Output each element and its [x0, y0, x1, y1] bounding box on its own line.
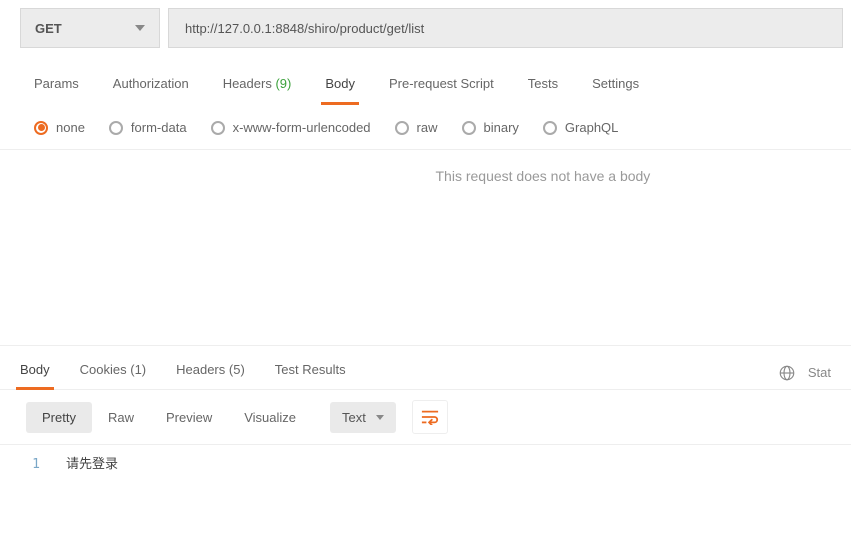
chevron-down-icon	[376, 415, 384, 420]
format-preview[interactable]: Preview	[150, 402, 228, 433]
line-content: 请先登录	[66, 453, 118, 472]
response-tab-body[interactable]: Body	[16, 356, 54, 389]
format-raw[interactable]: Raw	[92, 402, 150, 433]
response-tab-headers-label: Headers	[176, 362, 225, 377]
response-tabs: Body Cookies (1) Headers (5) Test Result…	[0, 345, 851, 389]
response-tab-cookies-label: Cookies	[80, 362, 127, 377]
radio-none[interactable]: none	[34, 120, 85, 135]
radio-label: raw	[417, 120, 438, 135]
tab-authorization[interactable]: Authorization	[109, 72, 193, 105]
format-pretty[interactable]: Pretty	[26, 402, 92, 433]
code-line: 1 请先登录	[26, 453, 831, 472]
format-type-value: Text	[342, 410, 366, 425]
tab-headers-label: Headers	[223, 76, 272, 91]
radio-icon	[462, 121, 476, 135]
format-visualize[interactable]: Visualize	[228, 402, 312, 433]
request-body-area: This request does not have a body	[0, 150, 851, 345]
radio-label: form-data	[131, 120, 187, 135]
status-label: Stat	[808, 365, 831, 380]
http-method-select[interactable]: GET	[20, 8, 160, 48]
globe-icon[interactable]	[778, 364, 796, 382]
tab-settings[interactable]: Settings	[588, 72, 643, 105]
radio-icon	[109, 121, 123, 135]
tab-params[interactable]: Params	[30, 72, 83, 105]
radio-urlencoded[interactable]: x-www-form-urlencoded	[211, 120, 371, 135]
tab-body[interactable]: Body	[321, 72, 359, 105]
request-tabs: Params Authorization Headers (9) Body Pr…	[0, 56, 851, 106]
radio-label: x-www-form-urlencoded	[233, 120, 371, 135]
radio-label: GraphQL	[565, 120, 618, 135]
radio-icon	[395, 121, 409, 135]
response-tab-headers[interactable]: Headers (5)	[172, 356, 249, 389]
radio-icon	[34, 121, 48, 135]
radio-graphql[interactable]: GraphQL	[543, 120, 618, 135]
response-body-viewer[interactable]: 1 请先登录	[0, 445, 851, 480]
wrap-lines-button[interactable]	[412, 400, 448, 434]
tab-tests[interactable]: Tests	[524, 72, 562, 105]
line-number: 1	[26, 457, 40, 472]
radio-raw[interactable]: raw	[395, 120, 438, 135]
response-format-bar: Pretty Raw Preview Visualize Text	[0, 389, 851, 445]
no-body-message: This request does not have a body	[436, 168, 651, 184]
tab-headers[interactable]: Headers (9)	[219, 72, 296, 105]
tab-headers-count: (9)	[275, 76, 291, 91]
radio-icon	[543, 121, 557, 135]
radio-icon	[211, 121, 225, 135]
radio-binary[interactable]: binary	[462, 120, 519, 135]
url-input[interactable]	[168, 8, 843, 48]
radio-formdata[interactable]: form-data	[109, 120, 187, 135]
response-tab-testresults[interactable]: Test Results	[271, 356, 350, 389]
radio-label: binary	[484, 120, 519, 135]
http-method-value: GET	[35, 21, 62, 36]
response-tab-headers-count: (5)	[229, 362, 245, 377]
radio-label: none	[56, 120, 85, 135]
response-tab-cookies-count: (1)	[130, 362, 146, 377]
tab-prerequest[interactable]: Pre-request Script	[385, 72, 498, 105]
body-type-selector: none form-data x-www-form-urlencoded raw…	[0, 106, 851, 150]
response-tab-cookies[interactable]: Cookies (1)	[76, 356, 150, 389]
format-type-select[interactable]: Text	[330, 402, 396, 433]
wrap-icon	[421, 409, 439, 425]
chevron-down-icon	[135, 25, 145, 31]
